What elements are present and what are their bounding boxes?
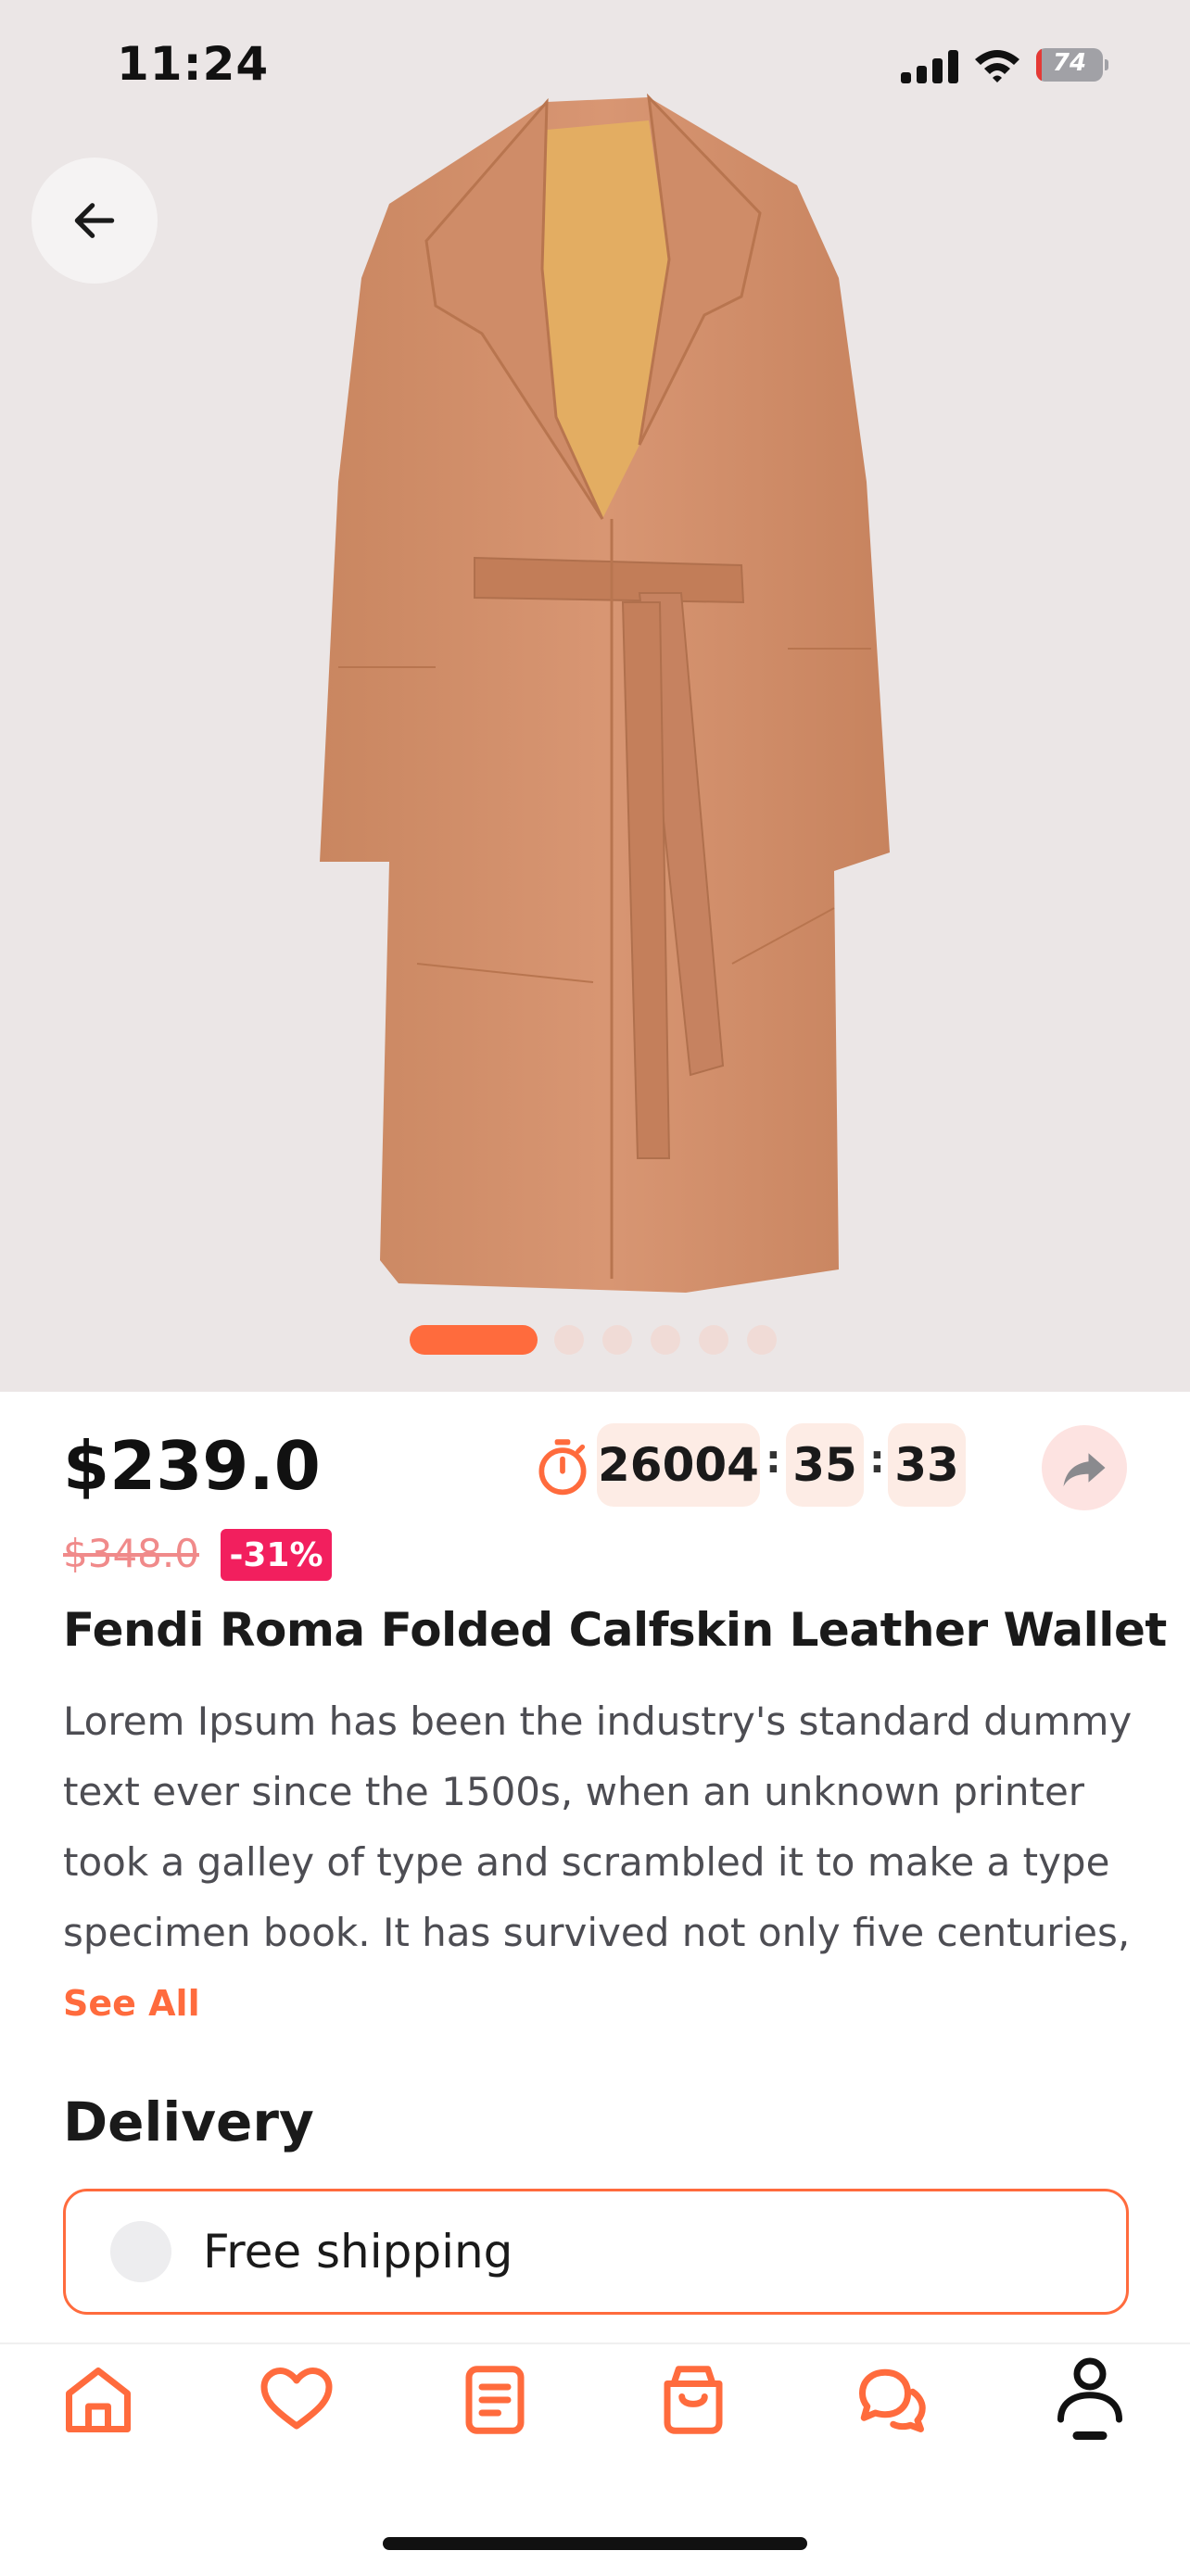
nav-item-favorites[interactable] (250, 2354, 343, 2446)
carousel-dot[interactable] (651, 1325, 680, 1355)
heart-icon (260, 2368, 333, 2430)
home-indicator[interactable] (383, 2537, 807, 2550)
status-bar: 11:24 74 (0, 0, 1190, 130)
carousel-dot[interactable] (699, 1325, 728, 1355)
carousel-dot[interactable] (747, 1325, 777, 1355)
delivery-option-label: Free shipping (203, 2225, 513, 2279)
carousel-dot-active[interactable] (410, 1325, 538, 1355)
battery-icon: 74 (1036, 48, 1108, 82)
discount-badge: -31% (221, 1529, 332, 1581)
home-icon (66, 2368, 131, 2432)
countdown-minutes: 35 (786, 1423, 864, 1507)
nav-item-home[interactable] (52, 2354, 145, 2446)
countdown-seconds: 33 (888, 1423, 966, 1507)
original-price: $348.0 (63, 1531, 199, 1576)
chat-icon (859, 2368, 926, 2432)
share-button[interactable] (1042, 1425, 1127, 1510)
product-title: Fendi Roma Folded Calfskin Leather Walle… (63, 1603, 1167, 1657)
product-image-carousel[interactable] (0, 0, 1190, 1392)
product-description: Lorem Ipsum has been the industry's stan… (63, 1698, 1133, 1955)
back-button[interactable] (32, 158, 158, 284)
carousel-dot[interactable] (602, 1325, 632, 1355)
delivery-option-free-shipping[interactable]: Free shipping (63, 2189, 1129, 2315)
wifi-icon (975, 50, 1019, 82)
product-image (320, 93, 890, 1293)
stopwatch-icon (538, 1439, 587, 1496)
status-time: 11:24 (117, 37, 270, 91)
nav-item-cart[interactable] (647, 2354, 740, 2446)
share-icon (1063, 1453, 1106, 1487)
carousel-indicator (0, 1323, 1190, 1357)
nav-item-messages[interactable] (845, 2354, 938, 2446)
see-all-link[interactable]: See All (63, 1983, 200, 2024)
countdown-separator: : (766, 1436, 781, 1482)
cart-icon (664, 2366, 723, 2434)
profile-icon (1057, 2357, 1122, 2441)
nav-item-orders[interactable] (449, 2354, 541, 2446)
product-price: $239.0 (63, 1427, 321, 1505)
nav-item-profile[interactable] (1044, 2354, 1136, 2446)
orders-icon (465, 2366, 525, 2434)
delivery-title: Delivery (63, 2090, 314, 2153)
countdown-separator: : (869, 1436, 885, 1482)
radio-button[interactable] (110, 2221, 171, 2282)
arrow-left-icon (74, 203, 115, 238)
battery-level: 74 (1052, 49, 1087, 77)
cellular-signal-icon (901, 50, 958, 83)
countdown-hours: 26004 (597, 1423, 760, 1507)
carousel-dot[interactable] (554, 1325, 584, 1355)
